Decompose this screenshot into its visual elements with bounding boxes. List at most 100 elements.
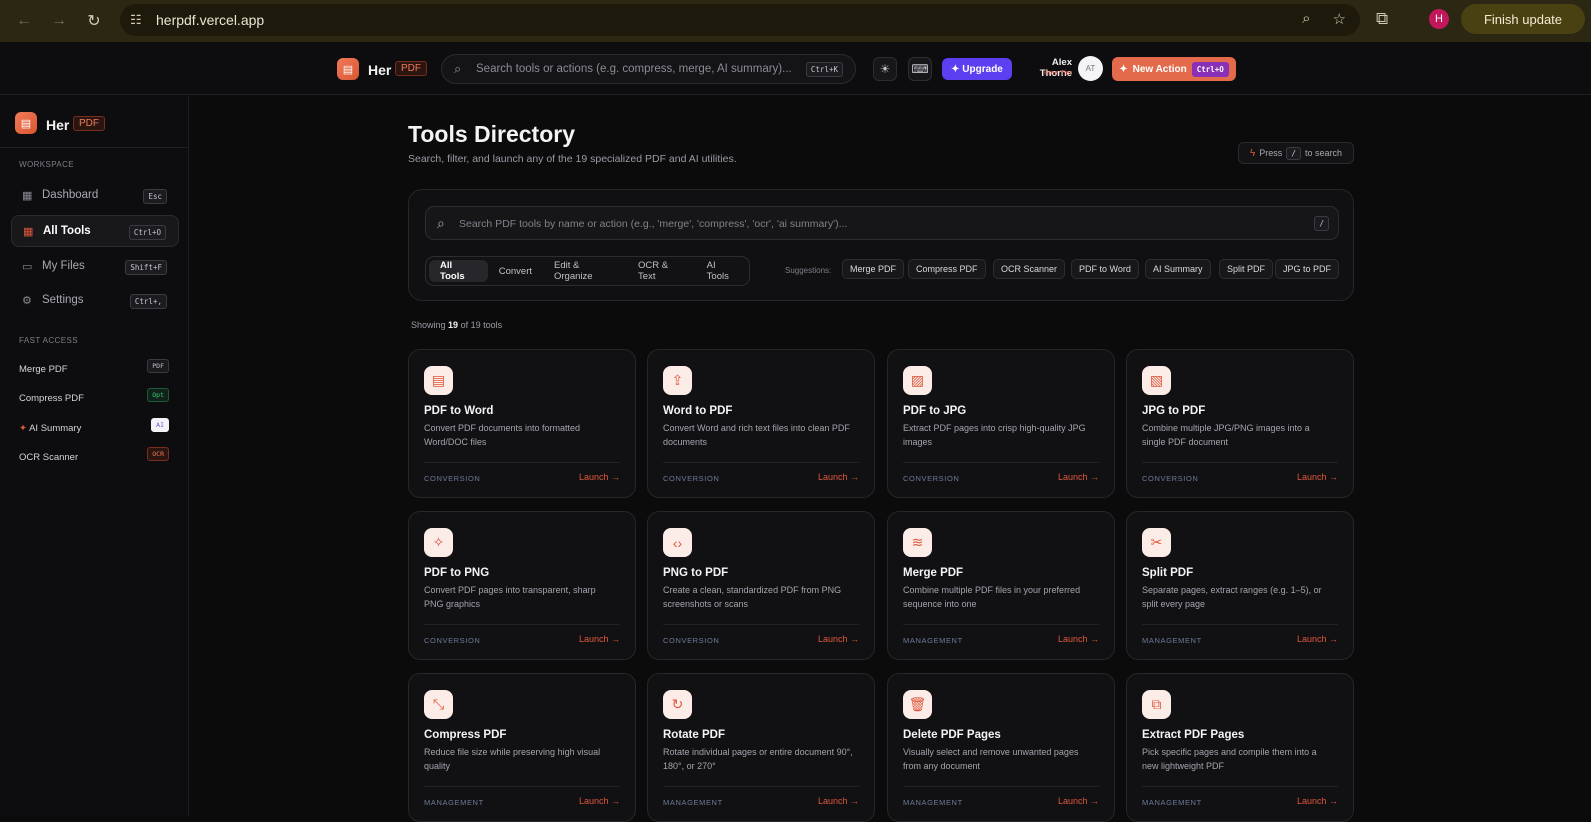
launch-link[interactable]: Launch → bbox=[818, 472, 859, 482]
tool-search-input[interactable]: ⌕ Search PDF tools by name or action (e.… bbox=[425, 206, 1339, 240]
divider bbox=[903, 786, 1099, 787]
site-settings-icon[interactable]: ☷ bbox=[130, 12, 142, 28]
launch-link[interactable]: Launch → bbox=[1058, 472, 1099, 482]
keyboard-icon[interactable]: ⌨ bbox=[908, 57, 932, 81]
sidebar-item-label: All Tools bbox=[43, 225, 91, 237]
tool-card-png-to-pdf[interactable]: ‹› PNG to PDF Create a clean, standardiz… bbox=[647, 511, 875, 660]
tool-category: CONVERSION bbox=[663, 636, 720, 645]
divider bbox=[903, 462, 1099, 463]
suggestion-chip[interactable]: PDF to Word bbox=[1071, 259, 1139, 279]
fast-access-tag: Opt bbox=[147, 388, 169, 402]
new-action-shortcut: Ctrl+O bbox=[1191, 61, 1229, 77]
tab-convert[interactable]: Convert bbox=[488, 260, 543, 282]
suggestion-chip[interactable]: AI Summary bbox=[1145, 259, 1211, 279]
launch-link[interactable]: Launch → bbox=[818, 796, 859, 806]
fast-access-merge-pdf[interactable]: Merge PDF PDF bbox=[19, 359, 169, 375]
tool-title: Word to PDF bbox=[663, 405, 733, 417]
tool-card-delete-pdf-pages[interactable]: 🗑 Delete PDF Pages Visually select and r… bbox=[887, 673, 1115, 822]
suggestion-chip[interactable]: JPG to PDF bbox=[1275, 259, 1340, 279]
sidebar-item-label: Settings bbox=[42, 294, 84, 306]
launch-link[interactable]: Launch → bbox=[818, 634, 859, 644]
global-search-input[interactable]: ⌕ Search tools or actions (e.g. compress… bbox=[441, 54, 856, 84]
tool-card-merge-pdf[interactable]: ≋ Merge PDF Combine multiple PDF files i… bbox=[887, 511, 1115, 660]
address-bar[interactable]: ☷ herpdf.vercel.app ⌕ ☆ bbox=[120, 4, 1360, 36]
url-text[interactable]: herpdf.vercel.app bbox=[156, 12, 264, 28]
tool-search-placeholder: Search PDF tools by name or action (e.g.… bbox=[459, 218, 848, 230]
image-file-icon: ▧ bbox=[1142, 366, 1171, 395]
launch-link[interactable]: Launch → bbox=[579, 472, 620, 482]
sidebar-shortcut: Shift+F bbox=[125, 260, 167, 275]
launch-link[interactable]: Launch → bbox=[1297, 634, 1338, 644]
launch-link[interactable]: Launch → bbox=[1058, 796, 1099, 806]
tool-card-pdf-to-word[interactable]: ▤ PDF to Word Convert PDF documents into… bbox=[408, 349, 636, 498]
tool-card-compress-pdf[interactable]: ⤡ Compress PDF Reduce file size while pr… bbox=[408, 673, 636, 822]
sparkles-icon: ✧ bbox=[424, 528, 453, 557]
folder-icon: ▭ bbox=[22, 261, 33, 273]
tool-description: Convert PDF documents into formatted Wor… bbox=[424, 423, 581, 447]
launch-link[interactable]: Launch → bbox=[1058, 634, 1099, 644]
search-hint-prefix: Press bbox=[1259, 148, 1283, 158]
reload-icon[interactable]: ↻ bbox=[83, 10, 105, 32]
tool-title: Delete PDF Pages bbox=[903, 729, 1001, 741]
fast-access-ocr-scanner[interactable]: OCR Scanner OCR bbox=[19, 447, 169, 463]
tab-all-tools[interactable]: All Tools bbox=[429, 260, 488, 282]
tool-card-pdf-to-png[interactable]: ✧ PDF to PNG Convert PDF pages into tran… bbox=[408, 511, 636, 660]
sidebar-item-dashboard[interactable]: ▦ Dashboard Esc bbox=[11, 180, 179, 212]
fast-access-label: Merge PDF bbox=[19, 364, 68, 375]
sparkle-icon: ✦ bbox=[19, 423, 30, 434]
bookmark-star-icon[interactable]: ☆ bbox=[1333, 10, 1346, 28]
suggestion-chip[interactable]: Merge PDF bbox=[842, 259, 905, 279]
forward-icon[interactable]: → bbox=[48, 10, 70, 32]
pdf-logo-icon: ▤ bbox=[15, 112, 37, 134]
tool-category: MANAGEMENT bbox=[663, 798, 723, 807]
tool-category: MANAGEMENT bbox=[1142, 798, 1202, 807]
suggestion-chip[interactable]: Split PDF bbox=[1219, 259, 1274, 279]
filter-panel: ⌕ Search PDF tools by name or action (e.… bbox=[408, 189, 1354, 301]
tool-card-extract-pdf-pages[interactable]: ⧉ Extract PDF Pages Pick specific pages … bbox=[1126, 673, 1354, 822]
global-search-placeholder: Search tools or actions (e.g. compress, … bbox=[476, 63, 792, 75]
grid-icon: ▦ bbox=[23, 226, 34, 238]
new-action-button[interactable]: ✦ New Action Ctrl+O bbox=[1112, 57, 1236, 81]
theme-toggle-icon[interactable]: ☀ bbox=[873, 57, 897, 81]
avatar[interactable]: AT bbox=[1078, 56, 1103, 81]
fast-access-compress-pdf[interactable]: Compress PDF Opt bbox=[19, 388, 169, 404]
tool-category: CONVERSION bbox=[424, 636, 481, 645]
launch-link[interactable]: Launch → bbox=[1297, 796, 1338, 806]
launch-link[interactable]: Launch → bbox=[1297, 472, 1338, 482]
extensions-icon[interactable]: ⧉ bbox=[1376, 9, 1388, 29]
tab-ocr-text[interactable]: OCR & Text bbox=[627, 260, 696, 282]
divider bbox=[1142, 462, 1338, 463]
code-file-icon: ‹› bbox=[663, 528, 692, 557]
launch-link[interactable]: Launch → bbox=[579, 796, 620, 806]
back-icon[interactable]: ← bbox=[13, 10, 35, 32]
tool-description: Reduce file size while preserving high v… bbox=[424, 747, 601, 771]
sidebar-item-my-files[interactable]: ▭ My Files Shift+F bbox=[11, 251, 179, 283]
minimize-icon: ⤡ bbox=[424, 690, 453, 719]
tool-card-jpg-to-pdf[interactable]: ▧ JPG to PDF Combine multiple JPG/PNG im… bbox=[1126, 349, 1354, 498]
tool-category: MANAGEMENT bbox=[903, 636, 963, 645]
finish-update-button[interactable]: Finish update bbox=[1461, 4, 1585, 34]
divider bbox=[424, 624, 620, 625]
sidebar-item-all-tools[interactable]: ▦ All Tools Ctrl+O bbox=[11, 215, 179, 247]
upgrade-label: Upgrade bbox=[962, 63, 1003, 75]
category-tabs: All Tools Convert Edit & Organize OCR & … bbox=[425, 256, 750, 286]
upgrade-button[interactable]: ✦ Upgrade bbox=[942, 58, 1012, 80]
zoom-icon[interactable]: ⌕ bbox=[1302, 10, 1310, 28]
tool-search-shortcut: / bbox=[1314, 216, 1329, 231]
profile-avatar[interactable]: H bbox=[1429, 9, 1449, 29]
brand-name: Her bbox=[368, 62, 392, 78]
tab-ai-tools[interactable]: AI Tools bbox=[696, 260, 749, 282]
tool-card-split-pdf[interactable]: ✂ Split PDF Separate pages, extract rang… bbox=[1126, 511, 1354, 660]
results-number: 19 bbox=[448, 320, 459, 330]
tab-edit-organize[interactable]: Edit & Organize bbox=[543, 260, 627, 282]
tool-card-pdf-to-jpg[interactable]: ▨ PDF to JPG Extract PDF pages into cris… bbox=[887, 349, 1115, 498]
launch-link[interactable]: Launch → bbox=[579, 634, 620, 644]
tool-card-rotate-pdf[interactable]: ↻ Rotate PDF Rotate individual pages or … bbox=[647, 673, 875, 822]
sidebar-item-settings[interactable]: ⚙ Settings Ctrl+, bbox=[11, 285, 179, 317]
tool-card-word-to-pdf[interactable]: ⇪ Word to PDF Convert Word and rich text… bbox=[647, 349, 875, 498]
suggestion-chip[interactable]: Compress PDF bbox=[908, 259, 986, 279]
suggestion-chip[interactable]: OCR Scanner bbox=[993, 259, 1066, 279]
fast-access-ai-summary[interactable]: ✦ AI Summary AI bbox=[19, 418, 169, 434]
sidebar-item-label: My Files bbox=[42, 260, 85, 272]
divider bbox=[1142, 624, 1338, 625]
